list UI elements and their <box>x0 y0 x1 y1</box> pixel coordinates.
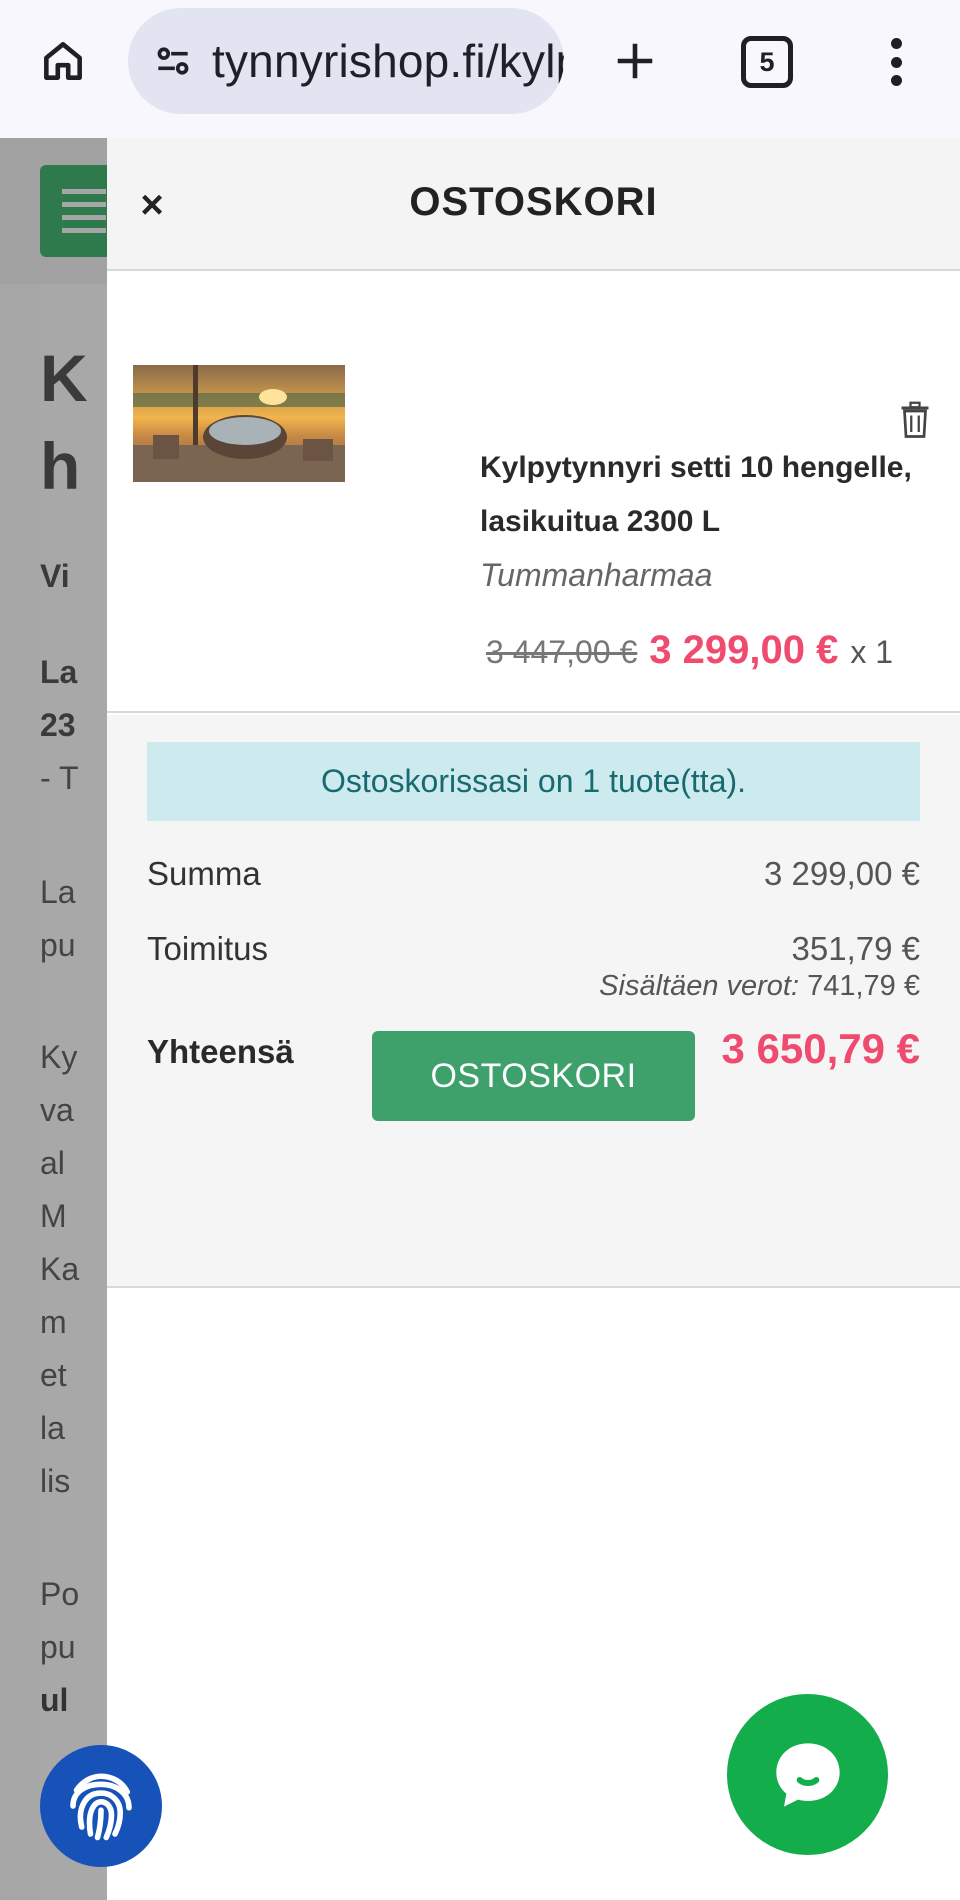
background-text-line: pu <box>40 1629 76 1665</box>
chat-button[interactable] <box>727 1694 888 1855</box>
subtotal-row: Summa 3 299,00 € <box>147 855 920 893</box>
tax-label: Sisältäen verot: <box>599 970 800 1002</box>
url-text: tynnyrishop.fi/kylpytynnyri-setti-10-hen… <box>212 35 564 87</box>
product-name[interactable]: Kylpytynnyri setti 10 hengelle, lasikuit… <box>480 441 960 549</box>
background-text-line: La <box>40 654 78 690</box>
chat-icon <box>775 1742 840 1807</box>
background-text-line: pu <box>40 927 76 963</box>
trash-icon[interactable] <box>897 400 935 442</box>
product-variant: Tummanharmaa <box>480 557 713 593</box>
background-text-line: al <box>40 1145 65 1181</box>
address-bar[interactable]: tynnyrishop.fi/kylpytynnyri-setti-10-hen… <box>128 8 564 114</box>
background-text-line: M <box>40 1198 67 1234</box>
background-text-line: Ka <box>40 1251 80 1287</box>
home-button[interactable] <box>30 26 96 96</box>
quantity: x 1 <box>850 634 893 670</box>
subtotal-value: 3 299,00 € <box>764 855 920 892</box>
subtotal-label: Summa <box>147 855 261 892</box>
new-tab-button[interactable] <box>605 24 665 98</box>
background-text-line: Vi <box>40 558 70 594</box>
background-text-line: et <box>40 1357 67 1393</box>
view-cart-button[interactable]: OSTOSKORI <box>372 1031 695 1121</box>
shipping-label: Toimitus <box>147 930 269 967</box>
cart-drawer: × OSTOSKORI Kylpytynnyri setti 10 hengel… <box>107 138 960 1900</box>
tune-icon[interactable] <box>150 38 196 84</box>
tax-note: Sisältäen verot: 741,79 € <box>599 970 920 1003</box>
price-row: 3 447,00 € 3 299,00 € x 1 <box>486 628 893 673</box>
fingerprint-icon <box>70 1773 132 1841</box>
background-text-line: lis <box>40 1463 71 1499</box>
shipping-value: 351,79 € <box>791 930 920 967</box>
background-text-line: La <box>40 874 76 910</box>
cart-title: OSTOSKORI <box>409 180 658 224</box>
fingerprint-button[interactable] <box>40 1745 162 1867</box>
background-text-line: - T <box>40 760 79 796</box>
background-text-line: 23 <box>40 707 76 743</box>
home-icon <box>44 42 82 80</box>
sale-price: 3 299,00 € <box>649 628 839 672</box>
shipping-row: Toimitus 351,79 € <box>147 930 920 968</box>
background-title-line: h <box>40 429 81 503</box>
plus-icon <box>617 43 653 79</box>
product-image[interactable] <box>133 365 345 482</box>
background-text-line: m <box>40 1304 67 1340</box>
background-title-line: K <box>40 341 88 415</box>
more-vert-icon[interactable] <box>876 30 916 94</box>
browser-toolbar: tynnyrishop.fi/kylpytynnyri-setti-10-hen… <box>0 0 960 138</box>
tab-switcher-button[interactable]: 5 <box>741 36 793 88</box>
tax-value: 741,79 € <box>807 970 920 1002</box>
background-text-line: va <box>40 1092 74 1128</box>
old-price: 3 447,00 € <box>486 634 638 670</box>
total-label: Yhteensä <box>147 1033 294 1070</box>
cart-header: × OSTOSKORI <box>107 138 960 271</box>
background-text-line: la <box>40 1410 65 1446</box>
total-value: 3 650,79 € <box>721 1025 920 1072</box>
cart-notice: Ostoskorissasi on 1 tuote(tta). <box>147 742 920 821</box>
background-text-line: ul <box>40 1682 69 1718</box>
background-text-line: Ky <box>40 1039 78 1075</box>
background-text-line: Po <box>40 1576 80 1612</box>
